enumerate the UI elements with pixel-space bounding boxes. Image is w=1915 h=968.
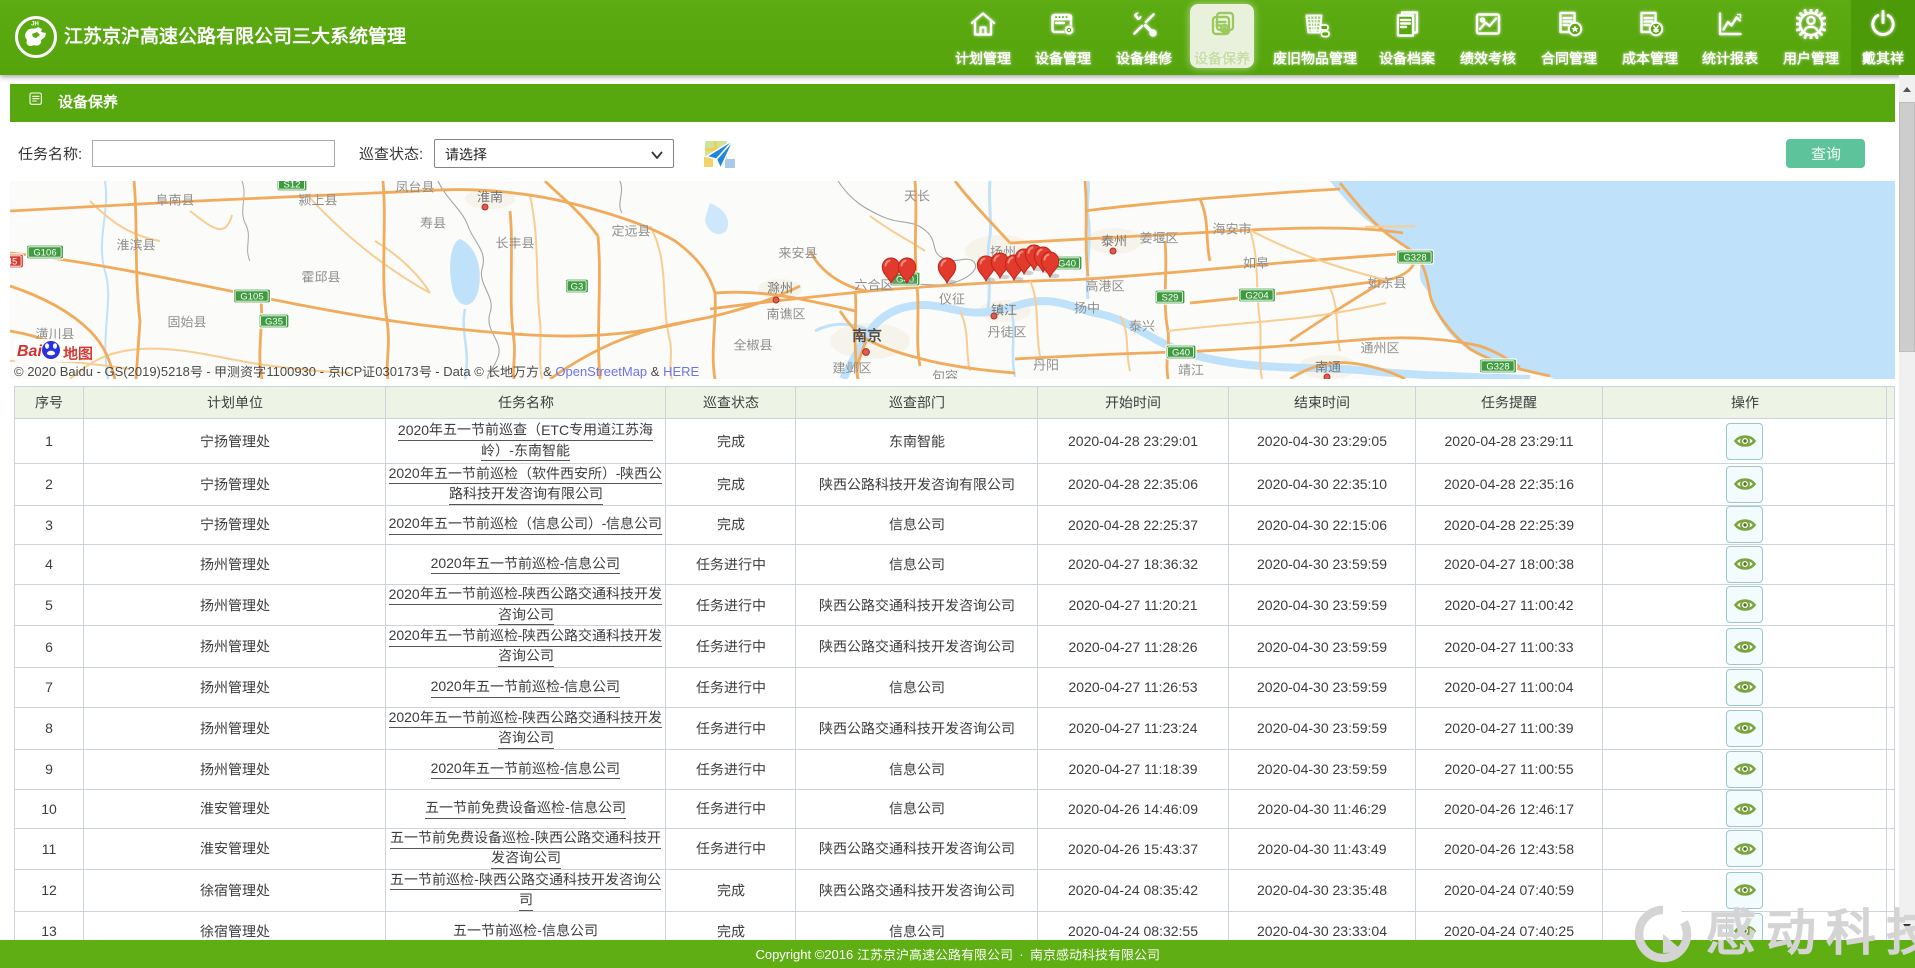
- svg-text:G328: G328: [1486, 362, 1509, 373]
- svg-text:G35: G35: [265, 317, 283, 328]
- svg-text:JH: JH: [31, 22, 39, 28]
- svg-text:G328: G328: [1403, 253, 1426, 264]
- svg-text:G3: G3: [571, 282, 584, 293]
- svg-text:G204: G204: [1245, 291, 1268, 302]
- svg-text:G106: G106: [33, 248, 56, 259]
- svg-text:S12: S12: [284, 181, 301, 191]
- svg-text:45: 45: [10, 257, 17, 268]
- svg-text:G40: G40: [1058, 259, 1076, 270]
- svg-text:Bai: Bai: [17, 343, 42, 360]
- svg-text:S29: S29: [1162, 293, 1179, 304]
- svg-text:G105: G105: [240, 292, 263, 303]
- svg-text:G40: G40: [1172, 348, 1190, 359]
